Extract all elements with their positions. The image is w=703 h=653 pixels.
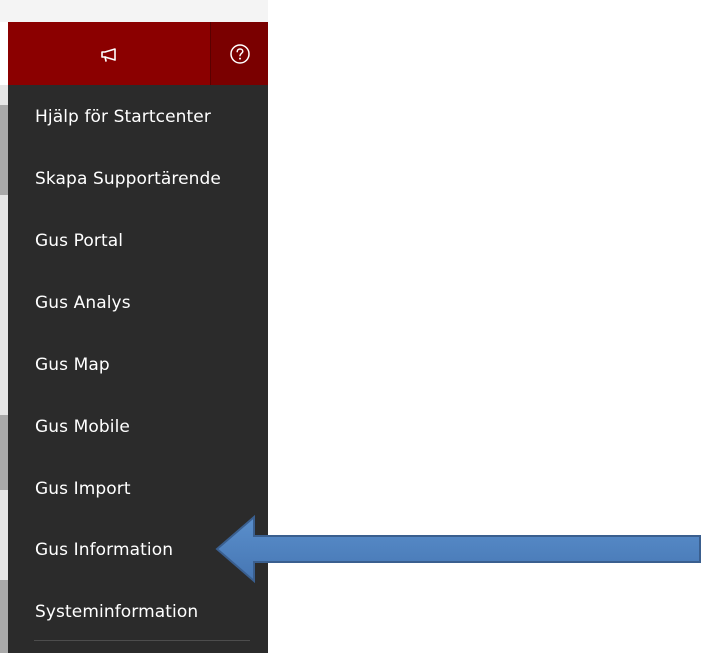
menu-item-hjalp-startcenter[interactable]: Hjälp för Startcenter xyxy=(8,86,268,148)
menu-item-systeminformation[interactable]: Systeminformation xyxy=(8,581,268,643)
edge-segment xyxy=(0,415,8,490)
menu-item-skapa-supportarende[interactable]: Skapa Supportärende xyxy=(8,148,268,210)
edge-segment xyxy=(0,580,8,653)
announcements-button[interactable] xyxy=(8,22,210,85)
help-button[interactable] xyxy=(210,22,268,85)
help-toolbar xyxy=(8,22,268,85)
menu-item-gus-mobile[interactable]: Gus Mobile xyxy=(8,396,268,458)
menu-item-gus-import[interactable]: Gus Import xyxy=(8,458,268,520)
question-circle-icon xyxy=(229,43,250,64)
menu-item-gus-analys[interactable]: Gus Analys xyxy=(8,272,268,334)
edge-segment xyxy=(0,105,8,195)
megaphone-icon xyxy=(101,47,116,62)
left-page-edge xyxy=(0,85,8,653)
menu-divider xyxy=(34,640,250,641)
screenshot-stage: Hjälp för Startcenter Skapa Supportärend… xyxy=(0,0,703,653)
top-strip xyxy=(0,0,268,22)
menu-item-gus-portal[interactable]: Gus Portal xyxy=(8,210,268,272)
menu-item-gus-map[interactable]: Gus Map xyxy=(8,334,268,396)
annotation-arrow xyxy=(215,514,701,584)
